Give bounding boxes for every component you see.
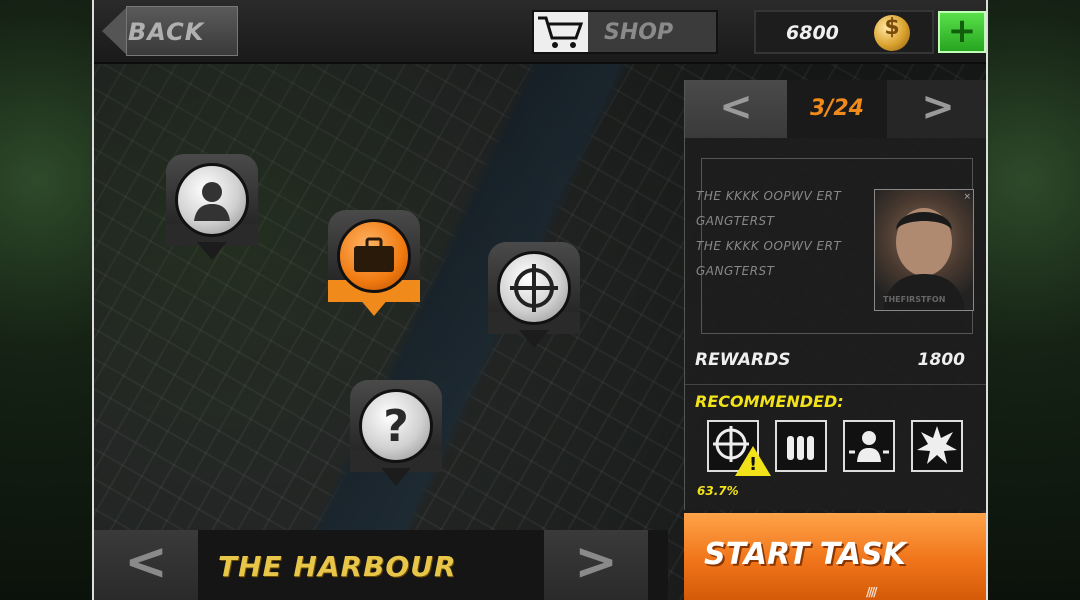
add-coins-button[interactable]: + [938, 11, 986, 53]
briefing-line: THE KKKK OOPWV ERT [696, 239, 842, 253]
pin-tip [359, 298, 389, 316]
recommended-scope-item[interactable]: ! [707, 420, 771, 476]
accuracy-percent: 63.7% [697, 484, 739, 498]
rewards-label: REWARDS [695, 350, 791, 370]
question-icon: ? [359, 389, 433, 463]
mission-pager: < 3/24 > [685, 80, 986, 138]
recommended-target-item[interactable] [843, 420, 895, 472]
coin-count: 6800 [786, 22, 839, 44]
panel-divider [685, 384, 986, 385]
back-arrow-icon [102, 6, 128, 56]
explosion-icon [917, 426, 957, 464]
pin-tip [197, 242, 227, 260]
back-label: BACK [128, 18, 205, 46]
mission-next-button[interactable]: > [887, 80, 986, 138]
mission-prev-button[interactable]: < [685, 80, 787, 138]
region-name: THE HARBOUR [218, 550, 457, 583]
mission-panel: < 3/24 > THE KKKK OOPWV ERT GANGTERST TH… [684, 80, 986, 510]
briefing-line: THE KKKK OOPWV ERT [696, 189, 842, 203]
coin-balance: 6800 $ [754, 10, 934, 54]
pin-tip [519, 330, 549, 348]
region-selector: < THE HARBOUR > [94, 530, 668, 600]
recommended-ammo-item[interactable] [775, 420, 827, 472]
warning-icon: ! [735, 446, 771, 476]
right-forest-background [988, 0, 1080, 600]
mission-briefing: THE KKKK OOPWV ERT GANGTERST THE KKKK OO… [696, 158, 974, 334]
crosshair-icon [497, 251, 571, 325]
shop-button[interactable]: SHOP [532, 10, 718, 54]
target-portrait: × THEFIRSTFON [874, 189, 974, 311]
region-prev-button[interactable]: < [94, 530, 198, 600]
target-face [883, 208, 965, 310]
top-bar: BACK SHOP 6800 $ + [94, 0, 986, 64]
cart-icon [534, 12, 588, 52]
ammo-icon [787, 436, 814, 460]
person-icon [175, 163, 249, 237]
mission-page-indicator: 3/24 [787, 80, 887, 138]
start-task-stripes: //// [866, 585, 877, 599]
shop-label: SHOP [604, 20, 674, 45]
warning-glyph: ! [749, 454, 758, 475]
start-task-button[interactable]: START TASK //// [684, 513, 986, 600]
portrait-watermark: THEFIRSTFON [883, 295, 946, 304]
recommended-label: RECOMMENDED: [695, 392, 844, 411]
back-button[interactable]: BACK [102, 6, 238, 56]
coin-icon: $ [874, 15, 910, 51]
briefcase-icon [337, 219, 411, 293]
briefing-line: GANGTERST [696, 214, 775, 228]
portrait-close-icon: × [963, 192, 971, 202]
region-next-button[interactable]: > [544, 530, 648, 600]
rewards-value: 1800 [917, 350, 965, 370]
left-forest-background [0, 0, 92, 600]
pin-tip [381, 468, 411, 486]
start-task-label: START TASK [704, 537, 906, 572]
target-person-icon [849, 431, 889, 462]
game-frame: BACK SHOP 6800 $ + ? < 3/24 > THE KKKK O… [92, 0, 988, 600]
briefing-line: GANGTERST [696, 264, 775, 278]
recommended-explosive-item[interactable] [911, 420, 963, 472]
